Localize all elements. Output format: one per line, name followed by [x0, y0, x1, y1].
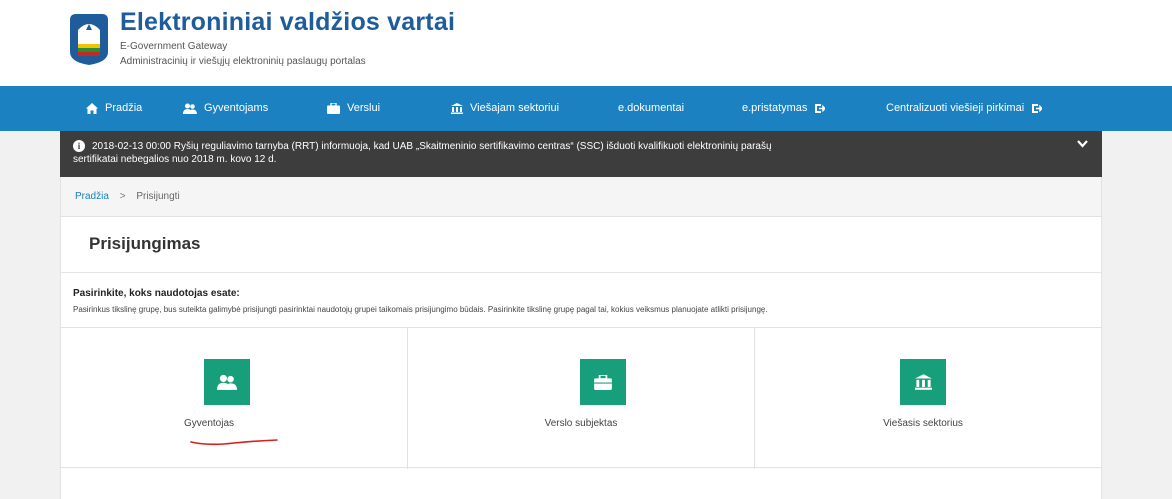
breadcrumb-home-link[interactable]: Pradžia — [75, 191, 109, 202]
site-subtitle-lt: Administracinių ir viešųjų elektroninių … — [120, 56, 366, 67]
site-logo[interactable] — [66, 12, 110, 66]
nav-item-label: Pradžia — [105, 102, 143, 114]
option-tile[interactable] — [580, 359, 626, 405]
nav-item-label: e.dokumentai — [618, 102, 685, 114]
briefcase-icon — [594, 374, 612, 390]
nav-item-e-delivery[interactable]: e.pristatymas — [742, 86, 826, 131]
users-icon — [217, 374, 237, 390]
chevron-down-icon[interactable] — [1077, 140, 1088, 148]
option-label[interactable]: Gyventojas — [36, 418, 382, 429]
nav-item-business[interactable]: Verslui — [327, 86, 380, 131]
nav-item-label: Verslui — [347, 102, 381, 114]
nav-item-label: Viešajam sektoriui — [470, 102, 560, 114]
nav-item-home[interactable]: Pradžia — [86, 86, 142, 131]
external-link-icon — [815, 104, 826, 113]
info-icon: i — [73, 140, 85, 152]
user-type-options: Gyventojas Verslo subjektas Viešasis sek… — [61, 327, 1101, 469]
nav-item-e-documents[interactable]: e.dokumentai — [618, 86, 684, 131]
divider — [61, 272, 1101, 273]
option-resident[interactable]: Gyventojas — [61, 328, 408, 469]
notice-text-line1: 2018-02-13 00:00 Ryšių reguliavimo tarny… — [92, 141, 772, 152]
breadcrumb: Pradžia > Prisijungti — [61, 177, 1101, 217]
site-header: Elektroniniai valdžios vartai E-Governme… — [0, 0, 1172, 86]
red-underline-annotation — [190, 439, 278, 446]
institution-icon — [451, 103, 463, 114]
institution-icon — [914, 374, 932, 390]
site-subtitle-en: E-Government Gateway — [120, 41, 228, 52]
breadcrumb-current: Prisijungti — [136, 191, 180, 202]
external-link-icon — [1032, 104, 1043, 113]
home-icon — [86, 103, 98, 114]
nav-item-label: Gyventojams — [204, 102, 269, 114]
option-public-sector[interactable]: Viešasis sektorius — [755, 328, 1101, 469]
option-tile[interactable] — [900, 359, 946, 405]
option-business[interactable]: Verslo subjektas — [408, 328, 755, 469]
notice-text-line2: sertifikatai nebegalios nuo 2018 m. kovo… — [73, 154, 277, 165]
option-label[interactable]: Verslo subjektas — [408, 418, 754, 429]
choose-description: Pasirinkus tikslinę grupę, bus suteikta … — [73, 305, 768, 314]
notice-banner: i 2018-02-13 00:00 Ryšių reguliavimo tar… — [60, 131, 1102, 177]
option-label[interactable]: Viešasis sektorius — [750, 418, 1096, 429]
breadcrumb-separator: > — [119, 191, 126, 202]
login-card: Pradžia > Prisijungti Prisijungimas Pasi… — [60, 177, 1102, 499]
nav-item-label: Centralizuoti viešieji pirkimai — [886, 102, 1025, 114]
main-navbar: Pradžia Gyventojams Verslui Viešajam sek… — [0, 86, 1172, 131]
choose-heading: Pasirinkite, koks naudotojas esate: — [73, 288, 240, 299]
briefcase-icon — [327, 103, 340, 114]
site-title[interactable]: Elektroniniai valdžios vartai — [120, 8, 455, 37]
nav-item-label: e.pristatymas — [742, 102, 808, 114]
nav-item-central-procurement[interactable]: Centralizuoti viešieji pirkimai — [886, 86, 1043, 131]
nav-item-public-sector[interactable]: Viešajam sektoriui — [451, 86, 559, 131]
users-icon — [183, 103, 197, 114]
page-title: Prisijungimas — [89, 234, 201, 253]
nav-item-residents[interactable]: Gyventojams — [183, 86, 268, 131]
option-tile[interactable] — [204, 359, 250, 405]
